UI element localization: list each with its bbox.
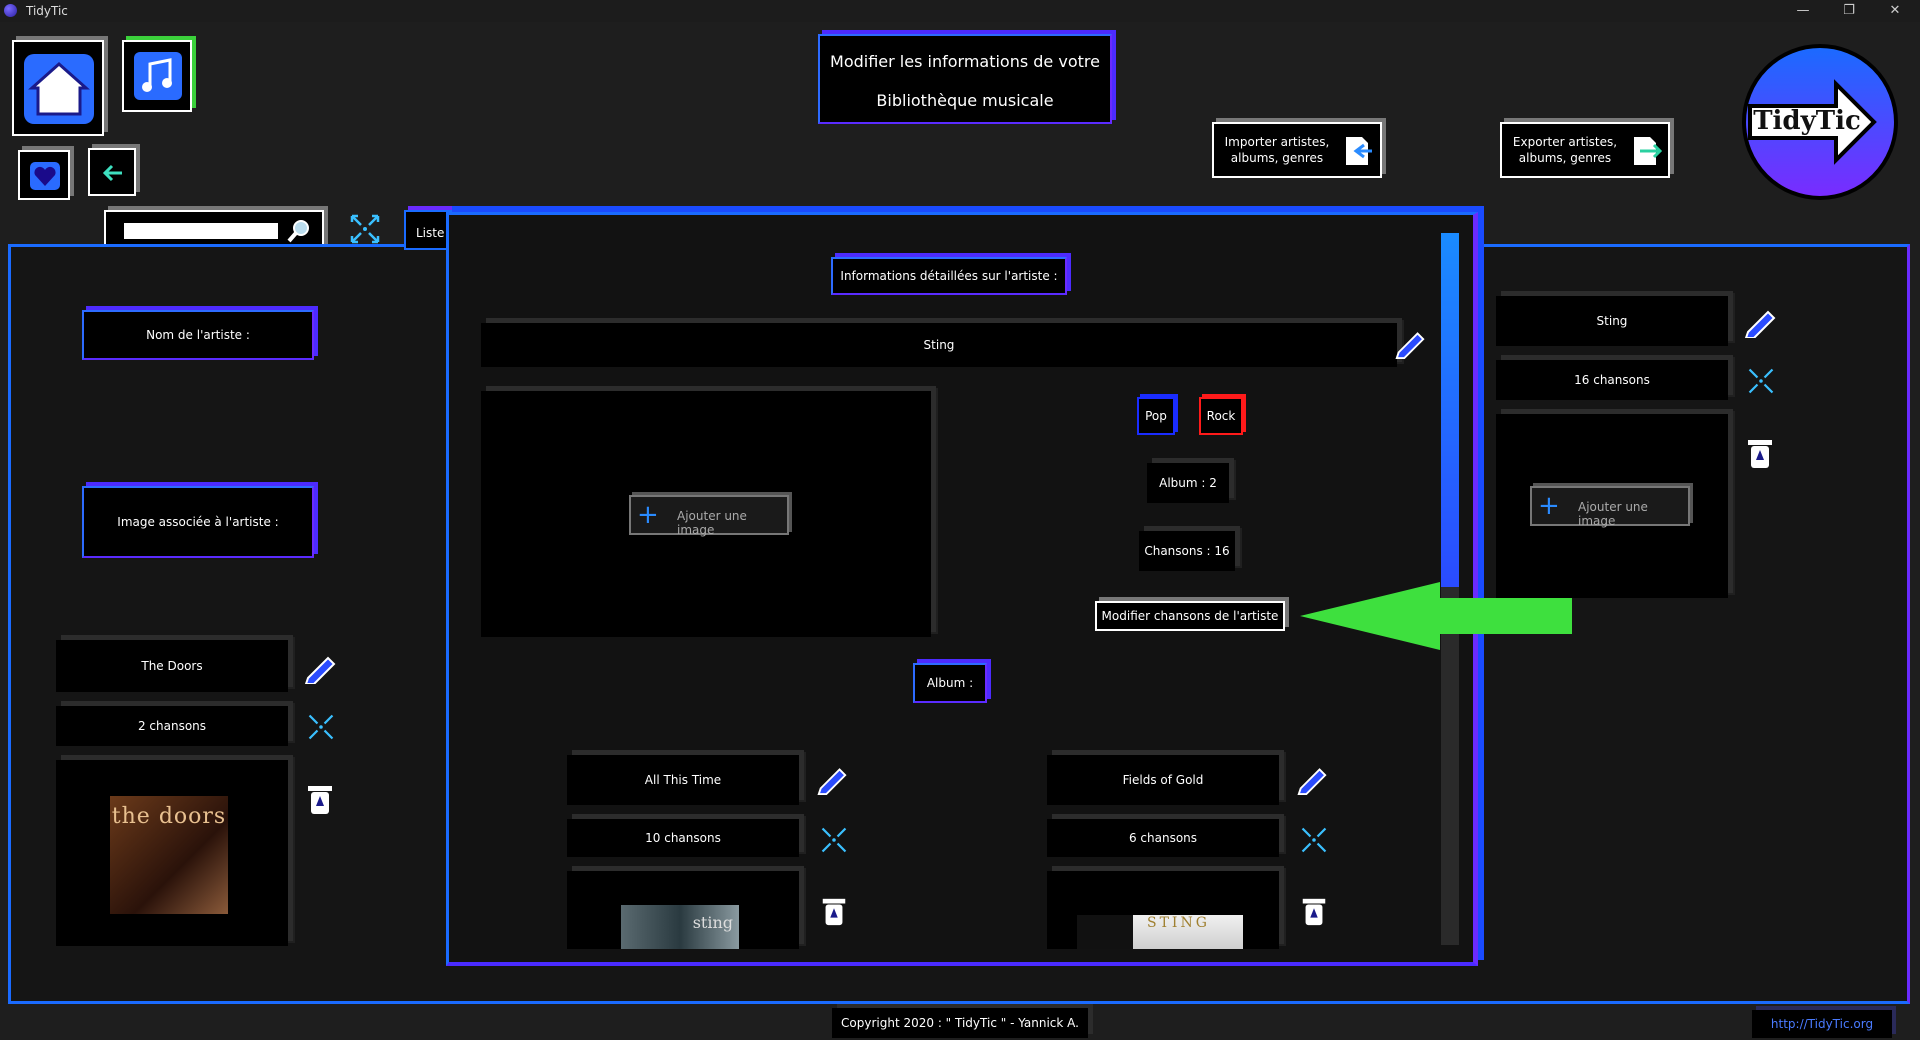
edit-pencil-icon[interactable] <box>1393 325 1427 359</box>
album-count: Album : 2 <box>1159 476 1217 490</box>
music-edit-button[interactable] <box>122 40 192 112</box>
maximize-button[interactable]: ❐ <box>1826 0 1872 22</box>
tidytic-logo: TidyTic <box>1740 40 1900 204</box>
album-songs: 6 chansons <box>1128 831 1198 845</box>
artist-name-label: Nom de l'artiste : <box>82 310 314 360</box>
edit-pencil-icon[interactable] <box>815 761 849 795</box>
edit-pencil-icon[interactable] <box>302 650 338 684</box>
export-button[interactable]: Exporter artistes, albums, genres <box>1500 122 1670 178</box>
right-artist-name-card[interactable]: Sting <box>1496 296 1728 346</box>
home-button[interactable] <box>12 40 104 136</box>
album-cover-card: sting <box>567 871 799 949</box>
favorites-button[interactable] <box>18 150 70 200</box>
song-count: Chansons : 16 <box>1144 544 1230 558</box>
copyright-text: Copyright 2020 : " TidyTic " - Yannick A… <box>841 1016 1079 1030</box>
album-songs: 10 chansons <box>645 831 721 845</box>
modal-artist-name: Sting <box>923 338 955 352</box>
import-button[interactable]: Importer artistes, albums, genres <box>1212 122 1382 178</box>
export-label-line2: albums, genres <box>1518 151 1612 165</box>
delete-trash-icon[interactable] <box>304 782 336 816</box>
album-cover-image: the doors <box>110 796 228 914</box>
import-label-line1: Importer artistes, <box>1224 135 1330 149</box>
minimize-button[interactable]: — <box>1780 0 1826 22</box>
album-title-card[interactable]: Fields of Gold <box>1047 755 1279 805</box>
expand-icon[interactable] <box>306 712 336 742</box>
plus-icon: + <box>637 500 659 530</box>
artist-name-card[interactable]: The Doors <box>56 640 288 692</box>
home-icon <box>24 54 94 124</box>
expand-icon[interactable] <box>1746 366 1776 396</box>
genre-label: Rock <box>1206 409 1236 423</box>
search-input[interactable] <box>124 223 278 239</box>
artist-songs-card: 2 chansons <box>56 706 288 746</box>
plus-icon: + <box>1538 491 1560 521</box>
heart-icon <box>30 162 60 190</box>
right-songs: 16 chansons <box>1574 373 1650 387</box>
edit-pencil-icon[interactable] <box>1742 304 1778 338</box>
album-count-badge: Album : 2 <box>1147 463 1229 503</box>
album-title-card[interactable]: All This Time <box>567 755 799 805</box>
website-link[interactable]: http://TidyTic.org <box>1752 1010 1892 1038</box>
footer-copyright: Copyright 2020 : " TidyTic " - Yannick A… <box>832 1008 1088 1038</box>
back-button[interactable] <box>88 148 136 196</box>
artist-songs: 2 chansons <box>137 719 207 733</box>
right-artist-name: Sting <box>1596 314 1628 328</box>
album-title: All This Time <box>644 773 722 787</box>
search-icon[interactable] <box>286 218 312 244</box>
scrollbar-thumb[interactable] <box>1441 233 1459 587</box>
album-section-label: Album : <box>913 663 987 703</box>
artist-image-label: Image associée à l'artiste : <box>82 486 314 558</box>
annotation-arrow-icon <box>1300 582 1572 650</box>
export-icon <box>1634 137 1663 165</box>
album-cover-image: sting <box>621 905 739 949</box>
expand-icon[interactable] <box>1299 825 1329 855</box>
genre-tag-pop[interactable]: Pop <box>1137 397 1175 435</box>
cover-text: sting <box>692 913 733 932</box>
page-title-line1: Modifier les informations de votre <box>830 52 1100 71</box>
expand-icon[interactable] <box>348 212 382 246</box>
tab-list-label: Liste <box>416 226 445 240</box>
album-cover-card: STING <box>1047 871 1279 949</box>
artist-name: The Doors <box>141 659 203 673</box>
logo-text: TidyTic <box>1753 106 1861 136</box>
app-logo-icon <box>4 4 17 17</box>
song-count-badge: Chansons : 16 <box>1139 531 1235 571</box>
delete-trash-icon[interactable] <box>1299 895 1329 927</box>
expand-icon[interactable] <box>819 825 849 855</box>
edit-pencil-icon[interactable] <box>1295 761 1329 795</box>
album-songs-card: 10 chansons <box>567 819 799 857</box>
edit-artist-songs-button[interactable]: Modifier chansons de l'artiste <box>1095 601 1285 631</box>
edit-songs-label: Modifier chansons de l'artiste <box>1101 609 1279 623</box>
export-label-line1: Exporter artistes, <box>1512 135 1618 149</box>
title-bar: TidyTic — ❐ ✕ <box>0 0 1920 22</box>
album-songs-card: 6 chansons <box>1047 819 1279 857</box>
modal-add-image-label: Ajouter une image <box>677 509 747 537</box>
album-title: Fields of Gold <box>1122 773 1204 787</box>
modal-heading: Informations détaillées sur l'artiste : <box>831 257 1067 295</box>
album-cover-image: STING <box>1077 915 1243 949</box>
modal-add-image-button[interactable]: + Ajouter une image <box>629 495 789 537</box>
window-title: TidyTic <box>26 4 68 18</box>
right-image-card: + Ajouter une image <box>1496 414 1728 598</box>
genre-tag-rock[interactable]: Rock <box>1199 397 1243 435</box>
modal-image-area: + Ajouter une image <box>481 391 931 637</box>
delete-trash-icon[interactable] <box>819 895 849 927</box>
cover-text: the doors <box>111 804 227 829</box>
cover-text: STING <box>1147 915 1210 931</box>
footer-link[interactable]: http://TidyTic.org <box>1752 1010 1892 1038</box>
import-label-line2: albums, genres <box>1230 151 1324 165</box>
close-button[interactable]: ✕ <box>1872 0 1918 22</box>
delete-trash-icon[interactable] <box>1744 436 1776 470</box>
right-songs-card: 16 chansons <box>1496 360 1728 400</box>
import-icon <box>1346 137 1372 165</box>
page-title: Modifier les informations de votre Bibli… <box>818 34 1112 124</box>
artist-image-card: the doors <box>56 760 288 946</box>
genre-label: Pop <box>1145 409 1167 423</box>
right-add-image-button[interactable]: + Ajouter une image <box>1530 486 1690 528</box>
back-arrow-icon <box>102 164 122 182</box>
page-title-line2: Bibliothèque musicale <box>876 91 1054 110</box>
right-add-image-label: Ajouter une image <box>1578 500 1648 528</box>
modal-artist-name-field[interactable]: Sting <box>481 323 1397 367</box>
music-note-icon <box>134 52 182 100</box>
